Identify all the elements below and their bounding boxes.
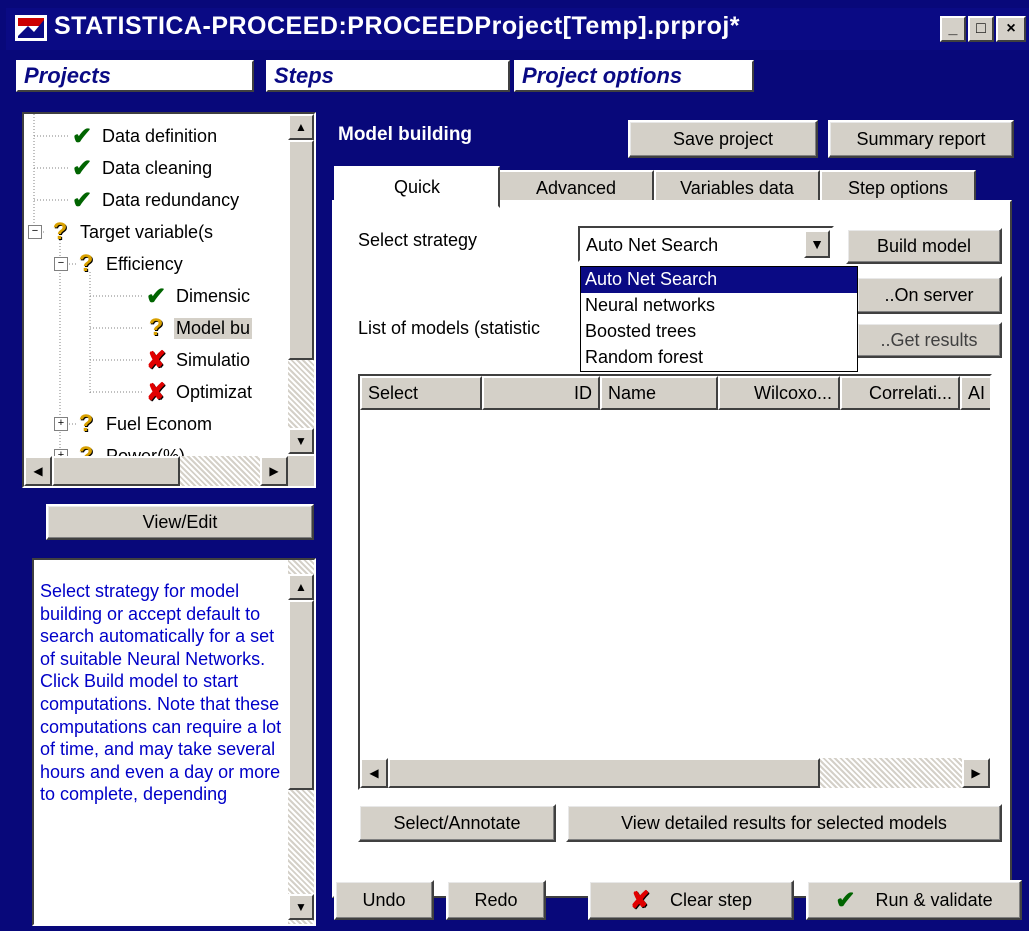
scroll-corner <box>288 456 314 486</box>
column-header-select[interactable]: Select <box>360 376 482 410</box>
list-of-models-label: List of models (statistic <box>358 318 541 338</box>
select-annotate-button[interactable]: Select/Annotate <box>358 804 556 842</box>
statistica-app-icon <box>15 15 47 41</box>
arrow-left-icon: ◀ <box>33 464 43 478</box>
cross-icon: ✘ <box>145 346 167 374</box>
tree-item-target-variables[interactable]: − ? Target variable(s <box>28 216 215 248</box>
expand-toggle-icon[interactable]: + <box>54 417 68 431</box>
strategy-option-neural-networks[interactable]: Neural networks <box>581 293 857 319</box>
collapse-toggle-icon[interactable]: − <box>54 257 68 271</box>
arrow-down-icon: ▼ <box>295 900 307 914</box>
view-detailed-results-button[interactable]: View detailed results for selected model… <box>566 804 1002 842</box>
column-header-wilcoxon[interactable]: Wilcoxo... <box>718 376 840 410</box>
models-h-scroll-thumb[interactable] <box>388 758 820 788</box>
tab-quick[interactable]: Quick <box>334 166 500 208</box>
arrow-left-icon: ◀ <box>369 766 379 780</box>
strategy-value: Auto Net Search <box>586 235 719 255</box>
check-icon: ✔ <box>145 282 167 310</box>
scroll-right-button[interactable]: ▶ <box>260 456 288 486</box>
arrow-right-icon: ▶ <box>269 464 279 478</box>
strategy-option-boosted-trees[interactable]: Boosted trees <box>581 319 857 345</box>
models-table[interactable]: Select ID Name Wilcoxo... Correlati... A… <box>358 374 992 790</box>
select-strategy-label: Select strategy <box>358 230 478 250</box>
maximize-icon: □ <box>976 20 986 37</box>
chevron-down-icon: ▼ <box>810 236 824 252</box>
tree-item-simulation[interactable]: ✘ Simulatio <box>144 344 252 376</box>
steps-tree[interactable]: ✔ Data definition ✔ Data cleaning ✔ Data re… <box>22 112 316 488</box>
save-project-button[interactable]: Save project <box>628 120 818 158</box>
tree-item-fuel-economy[interactable]: + ? Fuel Econom <box>54 408 214 440</box>
dropdown-button[interactable]: ▼ <box>804 230 830 258</box>
column-header-correlation[interactable]: Correlati... <box>840 376 960 410</box>
help-panel: Select strategy for model building or ac… <box>32 558 316 926</box>
question-icon: ? <box>78 250 94 277</box>
close-icon: × <box>1006 20 1016 37</box>
question-icon: ? <box>52 218 68 245</box>
help-scroll-down-button[interactable]: ▼ <box>288 894 314 920</box>
scroll-down-button[interactable]: ▼ <box>288 428 314 454</box>
tree-item-data-definition[interactable]: ✔ Data definition <box>70 120 219 152</box>
summary-report-button[interactable]: Summary report <box>828 120 1014 158</box>
column-header-id[interactable]: ID <box>482 376 600 410</box>
scroll-left-button[interactable]: ◀ <box>24 456 52 486</box>
minimize-button[interactable]: _ <box>940 16 966 42</box>
page-title: Model building <box>338 124 473 145</box>
window-title: STATISTICA-PROCEED:PROCEEDProject[Temp].… <box>54 12 741 40</box>
view-edit-button[interactable]: View/Edit <box>46 504 314 540</box>
column-header-name[interactable]: Name <box>600 376 718 410</box>
get-results-button[interactable]: ..Get results <box>856 322 1002 358</box>
question-icon: ? <box>148 314 164 341</box>
close-button[interactable]: × <box>996 16 1026 42</box>
clear-step-label: Clear step <box>670 889 753 910</box>
scroll-up-button[interactable]: ▲ <box>288 114 314 140</box>
check-icon: ✔ <box>71 186 93 214</box>
build-model-button[interactable]: Build model <box>846 228 1002 264</box>
check-icon: ✔ <box>71 154 93 182</box>
tree-item-dimension[interactable]: ✔ Dimensic <box>144 280 252 312</box>
run-validate-label: Run & validate <box>875 889 993 910</box>
run-validate-button[interactable]: ✔ Run & validate <box>806 880 1022 920</box>
tree-item-model-building[interactable]: ? Model bu <box>144 312 253 344</box>
maximize-button[interactable]: □ <box>968 16 994 42</box>
arrow-down-icon: ▼ <box>295 434 307 448</box>
models-scroll-right-button[interactable]: ▶ <box>962 758 990 788</box>
scroll-thumb[interactable] <box>288 140 314 360</box>
minimize-icon: _ <box>948 20 958 37</box>
strategy-option-random-forest[interactable]: Random forest <box>581 345 857 371</box>
collapse-toggle-icon[interactable]: − <box>28 225 42 239</box>
clear-step-button[interactable]: ✘ Clear step <box>588 880 794 920</box>
arrow-up-icon: ▲ <box>295 120 307 134</box>
strategy-dropdown-list[interactable]: Auto Net Search Neural networks Boosted … <box>580 266 858 372</box>
tab-projects[interactable]: Projects <box>16 60 254 92</box>
cross-icon: ✘ <box>629 886 651 914</box>
check-icon: ✔ <box>835 886 856 914</box>
arrow-right-icon: ▶ <box>971 766 981 780</box>
redo-button[interactable]: Redo <box>446 880 546 920</box>
tree-item-data-cleaning[interactable]: ✔ Data cleaning <box>70 152 214 184</box>
tab-project-options[interactable]: Project options <box>514 60 754 92</box>
undo-button[interactable]: Undo <box>334 880 434 920</box>
help-scroll-thumb[interactable] <box>288 600 314 790</box>
check-icon: ✔ <box>71 122 93 150</box>
column-header-ai[interactable]: AI <box>960 376 990 410</box>
app-window: STATISTICA-PROCEED:PROCEEDProject[Temp].… <box>0 0 1029 931</box>
tree-item-optimization[interactable]: ✘ Optimizat <box>144 376 254 408</box>
help-text: Select strategy for model building or ac… <box>40 581 282 805</box>
strategy-option-auto-net-search[interactable]: Auto Net Search <box>581 267 857 293</box>
models-scroll-left-button[interactable]: ◀ <box>360 758 388 788</box>
h-scroll-thumb[interactable] <box>52 456 180 486</box>
cross-icon: ✘ <box>145 378 167 406</box>
help-scroll-up-button[interactable]: ▲ <box>288 574 314 600</box>
arrow-up-icon: ▲ <box>295 580 307 594</box>
tab-steps[interactable]: Steps <box>266 60 510 92</box>
tree-item-data-redundancy[interactable]: ✔ Data redundancy <box>70 184 241 216</box>
question-icon: ? <box>78 410 94 437</box>
on-server-button[interactable]: ..On server <box>856 276 1002 314</box>
tree-item-efficiency[interactable]: − ? Efficiency <box>54 248 185 280</box>
strategy-select[interactable]: Auto Net Search ▼ <box>578 226 834 262</box>
